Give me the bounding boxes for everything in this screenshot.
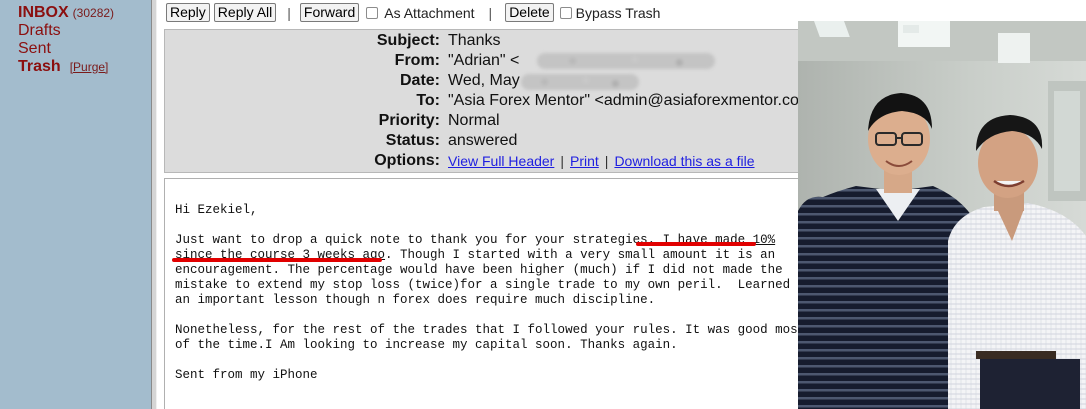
- reply-button[interactable]: Reply: [166, 3, 210, 22]
- print-link[interactable]: Print: [570, 153, 599, 169]
- to-label: To:: [416, 92, 440, 109]
- inbox-unread-count: (30282): [72, 6, 115, 20]
- folder-trash[interactable]: Trash [Purge]: [18, 58, 108, 76]
- as-attachment-checkbox[interactable]: As Attachment: [366, 4, 475, 21]
- folder-sent[interactable]: Sent: [18, 40, 51, 58]
- message-toolbar: Reply Reply All | Forward As Attachment …: [166, 3, 660, 22]
- to-value: "Asia Forex Mentor" <admin@asiaforexment…: [448, 92, 799, 109]
- body-line: mistake to extend my stop loss (twice)fo…: [175, 278, 791, 292]
- redacted-date: [521, 74, 639, 90]
- folder-pane: INBOX (30282) Drafts Sent Trash [Purge]: [0, 0, 157, 409]
- options-links: View Full Header | Print | Download this as …: [448, 151, 755, 171]
- bypass-trash-label: Bypass Trash: [575, 4, 661, 21]
- pane-divider[interactable]: [151, 0, 157, 409]
- body-line: Nonetheless, for the rest of the trades …: [175, 323, 806, 337]
- subject-value: Thanks: [448, 32, 501, 49]
- folder-drafts[interactable]: Drafts: [18, 22, 61, 40]
- subject-label: Subject:: [376, 32, 440, 49]
- toolbar-separator: |: [287, 4, 291, 21]
- download-link[interactable]: Download this as a file: [614, 153, 754, 169]
- message-body: Hi Ezekiel, Just want to drop a quick no…: [175, 203, 805, 383]
- priority-value: Normal: [448, 112, 500, 129]
- body-line: Just want to drop a quick note to thank …: [175, 233, 663, 247]
- folder-trash-label[interactable]: Trash: [18, 58, 61, 75]
- date-label: Date:: [399, 72, 440, 89]
- photo-two-men: [798, 21, 1086, 409]
- purge-trash-link[interactable]: [Purge]: [70, 60, 109, 74]
- view-full-header-link[interactable]: View Full Header: [448, 153, 554, 169]
- from-label: From:: [394, 52, 440, 69]
- options-label: Options:: [374, 152, 440, 169]
- priority-label: Priority:: [378, 112, 440, 129]
- red-underline-annotation: [172, 258, 382, 262]
- redacted-email: [537, 53, 715, 69]
- folder-inbox-label[interactable]: INBOX: [18, 4, 69, 21]
- delete-button[interactable]: Delete: [505, 3, 554, 22]
- folder-inbox[interactable]: INBOX (30282): [18, 4, 114, 22]
- options-separator: |: [604, 153, 609, 169]
- forward-button[interactable]: Forward: [299, 3, 360, 22]
- checkbox-box[interactable]: [559, 6, 572, 19]
- toolbar-separator: |: [488, 4, 493, 21]
- options-separator: |: [560, 153, 564, 169]
- status-label: Status:: [385, 132, 440, 149]
- date-value: Wed, May: [448, 72, 520, 89]
- reply-all-button[interactable]: Reply All: [213, 3, 277, 22]
- greeting-line: Hi Ezekiel,: [175, 203, 258, 217]
- body-line: encouragement. The percentage would have…: [175, 263, 783, 277]
- as-attachment-label: As Attachment: [384, 4, 475, 21]
- signature-line: Sent from my iPhone: [175, 368, 318, 382]
- checkbox-box[interactable]: [366, 6, 379, 19]
- from-value: "Adrian" <: [448, 52, 520, 69]
- body-line: . Though I started with a very small amo…: [385, 248, 776, 262]
- status-value: answered: [448, 132, 518, 149]
- bypass-trash-checkbox[interactable]: Bypass Trash: [559, 4, 661, 21]
- body-line: an important lesson though n forex does …: [175, 293, 656, 307]
- body-line: of the time.I Am looking to increase my …: [175, 338, 678, 352]
- red-underline-annotation: [636, 242, 756, 246]
- photo-illustration: [798, 21, 1086, 409]
